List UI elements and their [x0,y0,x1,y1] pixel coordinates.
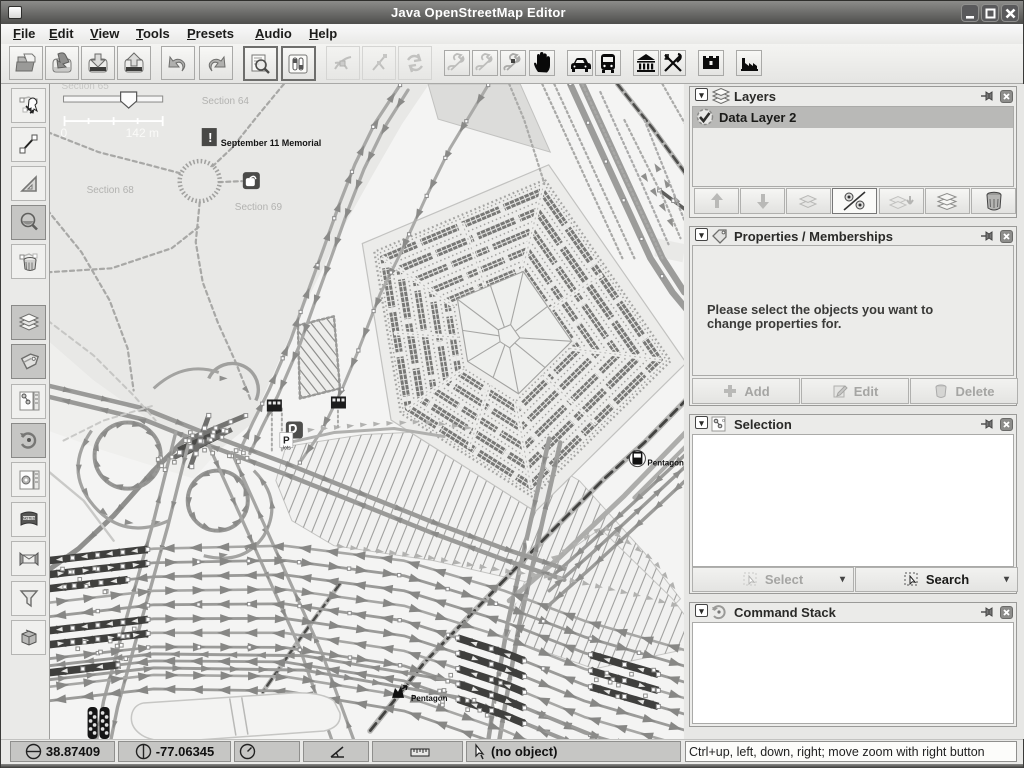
svg-text:Pentagon: Pentagon [647,459,684,468]
svg-text:Section 65: Section 65 [62,84,110,92]
svg-text:September 11 Memorial: September 11 Memorial [221,138,322,148]
svg-text:142 m: 142 m [126,126,159,140]
svg-text:o: o [722,418,725,424]
svg-text:Section 68: Section 68 [87,185,135,196]
svg-text:lots: lots [283,446,291,452]
svg-text:!: ! [208,130,212,145]
svg-text:Section 69: Section 69 [235,202,283,213]
svg-text:NOTES: NOTES [22,517,35,521]
svg-text:0: 0 [61,126,68,140]
svg-text:Section 64: Section 64 [202,96,250,107]
